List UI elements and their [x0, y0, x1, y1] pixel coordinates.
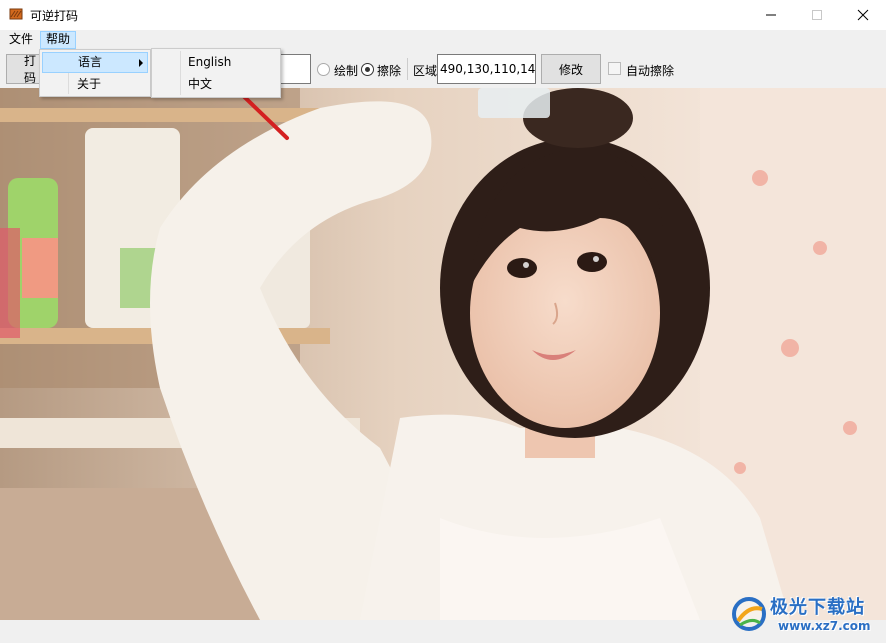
- menu-item-language-label: 语言: [78, 55, 103, 69]
- start-mosaic-button[interactable]: 打码: [6, 54, 40, 84]
- title-bar: 可逆打码: [0, 0, 886, 30]
- minimize-icon: [766, 14, 776, 16]
- erase-mode-label[interactable]: 擦除: [377, 62, 401, 79]
- menu-item-chinese[interactable]: 中文: [154, 74, 278, 95]
- menu-item-language[interactable]: 语言: [42, 52, 148, 73]
- maximize-button[interactable]: [794, 0, 840, 30]
- erase-mode-radio[interactable]: [361, 63, 374, 76]
- app-logo-icon: [9, 8, 23, 20]
- menu-item-about-label: 关于: [77, 77, 102, 91]
- auto-erase-checkbox[interactable]: [608, 62, 621, 75]
- draw-mode-label[interactable]: 绘制: [334, 62, 358, 79]
- region-label: 区域: [413, 64, 438, 78]
- menu-help[interactable]: 帮助: [40, 31, 77, 49]
- draw-mode-radio[interactable]: [317, 63, 330, 76]
- language-submenu: English 中文: [151, 48, 281, 98]
- menu-item-english-label: English: [188, 55, 232, 69]
- watermark-url: www.xz7.com: [778, 619, 871, 633]
- menu-bar: 文件 帮助: [0, 30, 886, 50]
- window-title: 可逆打码: [30, 9, 79, 23]
- watermark-logo-icon: [732, 597, 766, 631]
- image-canvas[interactable]: [0, 88, 886, 620]
- minimize-button[interactable]: [748, 0, 794, 30]
- start-mosaic-button-label: 打码: [24, 54, 37, 84]
- close-icon: [857, 9, 869, 21]
- close-button[interactable]: [840, 0, 886, 30]
- watermark-brand: 极光下载站: [770, 597, 865, 618]
- menu-item-chinese-label: 中文: [188, 77, 213, 91]
- submenu-arrow-icon: [139, 59, 143, 67]
- modify-button[interactable]: 修改: [541, 54, 601, 84]
- help-menu-dropdown: 语言 关于: [39, 49, 151, 97]
- auto-erase-label[interactable]: 自动擦除: [626, 62, 674, 79]
- toolbar-separator: [407, 58, 408, 80]
- menu-item-english[interactable]: English: [154, 52, 278, 73]
- region-input[interactable]: 490,130,110,140: [437, 54, 536, 84]
- menu-file[interactable]: 文件: [4, 31, 38, 49]
- menu-item-about[interactable]: 关于: [42, 74, 148, 95]
- watermark: 极光下载站 www.xz7.com: [730, 593, 880, 637]
- photo-image: [0, 88, 886, 620]
- maximize-icon: [812, 10, 822, 20]
